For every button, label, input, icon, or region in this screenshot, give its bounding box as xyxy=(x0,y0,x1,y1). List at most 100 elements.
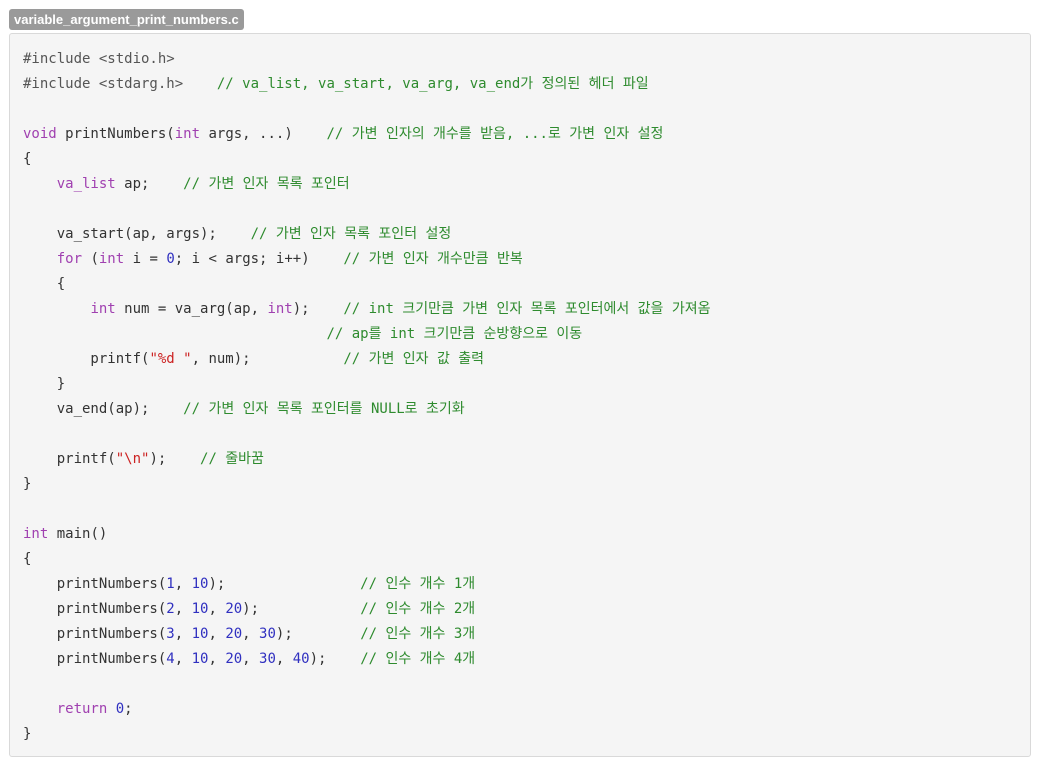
number-token: 10 xyxy=(191,651,209,667)
code-line: printNumbers(3, 10, 20, 30); // 인수 개수 3개 xyxy=(23,622,711,647)
code-line: { xyxy=(23,547,711,572)
code-token: ); xyxy=(242,601,361,617)
comment-token: // 가변 인자 목록 포인터를 NULL로 초기화 xyxy=(183,401,465,417)
keyword-token: int xyxy=(267,301,293,317)
code-line: printf("\n"); // 줄바꿈 xyxy=(23,447,711,472)
file-name-tab: variable_argument_print_numbers.c xyxy=(9,9,244,30)
preprocessor-token: #include <stdio.h> xyxy=(23,51,175,67)
keyword-token: void xyxy=(23,126,57,142)
code-token: ( xyxy=(82,251,99,267)
keyword-token: va_list xyxy=(56,176,116,192)
number-token: 40 xyxy=(292,651,310,667)
comment-token: // 가변 인자 목록 포인터 설정 xyxy=(250,226,452,242)
code-token: printNumbers( xyxy=(23,576,167,592)
code-token: ; i < args; i++) xyxy=(174,251,344,267)
code-token: , xyxy=(174,651,192,667)
number-token: 10 xyxy=(191,626,209,642)
number-token: 20 xyxy=(225,651,243,667)
code-line: // ap를 int 크기만큼 순방향으로 이동 xyxy=(23,322,711,347)
number-token: 3 xyxy=(166,626,175,642)
code-token: ); xyxy=(292,301,344,317)
code-token: , xyxy=(275,651,293,667)
keyword-token: int xyxy=(98,251,125,267)
code-line: { xyxy=(23,147,711,172)
number-token: 4 xyxy=(166,651,175,667)
string-token: "\n" xyxy=(115,451,150,467)
code-token: , xyxy=(174,626,192,642)
comment-token: // 가변 인자 개수만큼 반복 xyxy=(343,251,523,267)
code-token: ap; xyxy=(115,176,184,192)
code-token: ); xyxy=(275,626,361,642)
code-token: , num); xyxy=(191,351,344,367)
code-token: , xyxy=(208,651,226,667)
code-token: { xyxy=(23,551,32,567)
number-token: 10 xyxy=(191,576,209,592)
code-line: va_end(ap); // 가변 인자 목록 포인터를 NULL로 초기화 xyxy=(23,397,711,422)
code-block[interactable]: #include <stdio.h> #include <stdarg.h> //… xyxy=(9,33,1031,757)
number-token: 30 xyxy=(259,651,276,667)
code-token: printf( xyxy=(23,451,116,467)
number-token: 1 xyxy=(166,576,175,592)
keyword-token: for xyxy=(56,251,83,267)
code-token: printf( xyxy=(23,351,150,367)
code-token: ); xyxy=(208,576,361,592)
comment-token: // 인수 개수 2개 xyxy=(360,601,476,617)
code-line: return 0; xyxy=(23,697,711,722)
code-line: int num = va_arg(ap, int); // int 크기만큼 가… xyxy=(23,297,710,322)
code-token: , xyxy=(174,601,192,617)
code-line: int main() xyxy=(23,522,711,547)
code-line: va_list ap; // 가변 인자 목록 포인터 xyxy=(23,172,711,197)
comment-token: // 인수 개수 3개 xyxy=(360,626,476,642)
code-line: printNumbers(2, 10, 20); // 인수 개수 2개 xyxy=(23,597,711,622)
keyword-token: return xyxy=(56,701,108,717)
code-line: { xyxy=(23,272,711,297)
code-token: , xyxy=(208,626,226,642)
code-token: printNumbers( xyxy=(23,651,167,667)
code-token: , xyxy=(174,576,192,592)
code-token: } xyxy=(23,376,66,392)
code-line: printNumbers(4, 10, 20, 30, 40); // 인수 개… xyxy=(23,647,711,672)
comment-token: // 가변 인자의 개수를 받음, ...로 가변 인자 설정 xyxy=(326,126,664,142)
keyword-token: int xyxy=(23,526,49,542)
code-token: ; xyxy=(124,701,133,717)
code-token: va_end(ap); xyxy=(23,401,184,417)
code-line: } xyxy=(23,472,711,497)
number-token: 10 xyxy=(191,601,209,617)
code-token: { xyxy=(23,276,66,292)
code-token: va_start(ap, args); xyxy=(23,226,251,242)
code-line: printf("%d ", num); // 가변 인자 값 출력 xyxy=(23,347,711,372)
number-token: 20 xyxy=(225,601,243,617)
code-token: printNumbers( xyxy=(56,126,175,142)
code-line: } xyxy=(23,372,711,397)
code-token: , xyxy=(242,626,260,642)
code-line: #include <stdarg.h> // va_list, va_start… xyxy=(23,72,711,97)
comment-token: // 가변 인자 값 출력 xyxy=(343,351,485,367)
preprocessor-token: #include <stdarg.h> xyxy=(23,76,184,92)
keyword-token: int xyxy=(174,126,201,142)
code-line: for (int i = 0; i < args; i++) // 가변 인자 … xyxy=(23,247,711,272)
code-token: { xyxy=(23,151,32,167)
comment-token: // ap를 int 크기만큼 순방향으로 이동 xyxy=(326,326,583,342)
comment-token: // 인수 개수 1개 xyxy=(360,576,476,592)
code-line: void printNumbers(int args, ...) // 가변 인… xyxy=(23,122,711,147)
code-token: } xyxy=(23,476,32,492)
code-token: } xyxy=(23,726,32,742)
code-line: } xyxy=(23,722,711,747)
number-token: 20 xyxy=(225,626,243,642)
comment-token: // 인수 개수 4개 xyxy=(360,651,476,667)
code-token: printNumbers( xyxy=(23,626,167,642)
code-line: va_start(ap, args); // 가변 인자 목록 포인터 설정 xyxy=(23,222,711,247)
comment-token: // 줄바꿈 xyxy=(200,451,264,467)
code-token: , xyxy=(242,651,260,667)
code-token: , xyxy=(208,601,226,617)
